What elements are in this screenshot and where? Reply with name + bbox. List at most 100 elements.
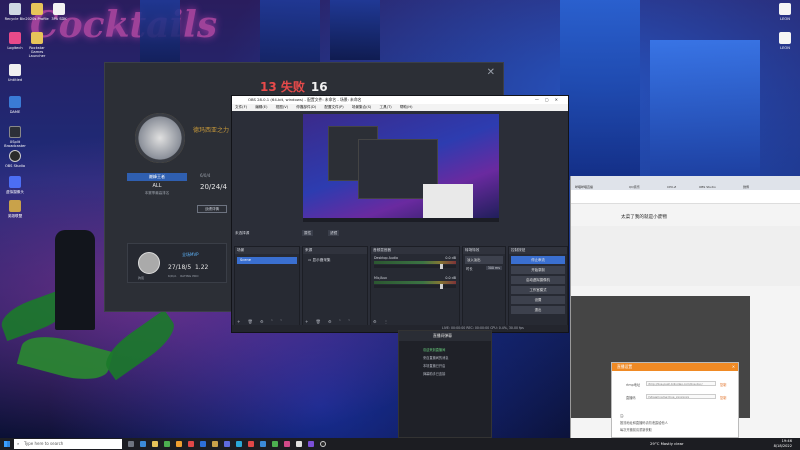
duration-input[interactable]: 300 ms <box>485 266 502 270</box>
mixer-dock: 音频混音器 Desktop Audio 0.0 dB Mic/Aux 0.0 d… <box>370 246 460 326</box>
sources-dock: 来源 ▭ 显示器采集 + 🗑 ⚙ ˄ ˅ <box>302 246 368 326</box>
desktop-icon-rockstar[interactable]: Rockstar Games Launcher <box>24 32 50 58</box>
desktop-icon-leon[interactable]: LEON <box>772 3 798 21</box>
app-icon[interactable] <box>248 441 254 447</box>
app-icon[interactable] <box>200 441 206 447</box>
obs-icon[interactable] <box>320 441 326 447</box>
player-name: 德玛西亚之力 <box>193 127 230 134</box>
stop-streaming-button[interactable]: 停止串流 <box>511 256 565 264</box>
menu-tools[interactable]: 工具(T) <box>380 105 392 109</box>
chrome-icon[interactable] <box>164 441 170 447</box>
dock-title: 转场特效 <box>463 247 505 254</box>
virtual-camera-button[interactable]: 启动虚拟摄像机 <box>511 276 565 284</box>
folder-icon <box>31 3 43 15</box>
obs-window[interactable]: OBS 28.0.1 (64-bit, windows) - 配置文件: 未命名… <box>231 95 569 333</box>
channel-name: Mic/Aux <box>374 276 387 280</box>
obs-icon <box>9 150 21 162</box>
menu-scene-collection[interactable]: 场景集合(S) <box>352 105 371 109</box>
app-icon[interactable] <box>296 441 302 447</box>
camera-icon <box>9 176 21 188</box>
key-input[interactable]: ?streamname=live_xxxxxxxx <box>646 394 716 399</box>
app-icon <box>9 96 21 108</box>
volume-meter <box>374 261 456 264</box>
transitions-dock: 转场特效 淡入淡出 时长 300 ms <box>462 246 506 326</box>
menu-edit[interactable]: 编辑(E) <box>255 105 267 109</box>
app-icon[interactable] <box>284 441 290 447</box>
desktop-icon-dame[interactable]: DAME <box>2 96 28 114</box>
copy-server-link[interactable]: 复制 <box>720 382 726 387</box>
desktop-icon-xsplit[interactable]: XSplit Broadcaster <box>2 126 28 148</box>
scene-item[interactable]: Scene <box>237 257 297 264</box>
volume-slider[interactable] <box>374 284 456 289</box>
system-clock[interactable]: 19:46 8/18/2022 <box>774 439 792 449</box>
document-icon <box>779 32 791 44</box>
file-explorer-icon[interactable] <box>152 441 158 447</box>
server-input[interactable]: rtmp://live-push.bilivideo.com/live-bvc/ <box>646 381 716 386</box>
menu-docks[interactable]: 停靠部件(D) <box>296 105 316 109</box>
app-icon[interactable] <box>236 441 242 447</box>
transition-select[interactable]: 淡入淡出 <box>465 256 503 264</box>
volume-slider[interactable] <box>374 264 456 269</box>
source-item[interactable]: ▭ 显示器采集 <box>305 257 365 264</box>
game-icon[interactable] <box>212 441 218 447</box>
app-icon[interactable] <box>260 441 266 447</box>
dock-toolbar[interactable]: ⚙ ⋮ <box>373 319 391 324</box>
live-settings-dialog[interactable]: 直播设置 ✕ rtmp地址 rtmp://live-push.bilivideo… <box>611 362 739 438</box>
menu-profile[interactable]: 配置文件(P) <box>324 105 343 109</box>
dialog-title: 直播设置 <box>617 364 633 369</box>
stat-big: 20/24/4 <box>200 183 227 191</box>
rank-sub-label: 本赛季最高排名 <box>144 191 170 195</box>
obs-preview[interactable] <box>303 114 499 222</box>
wallpaper-building <box>560 0 640 180</box>
menu-file[interactable]: 文件(F) <box>235 105 247 109</box>
obs-menubar: 文件(F) 编辑(E) 视图(V) 停靠部件(D) 配置文件(P) 场景集合(S… <box>232 104 568 111</box>
dialog-header: 直播设置 ✕ <box>612 363 738 371</box>
desktop-icon-leon-2[interactable]: LEON <box>772 32 798 50</box>
desktop-icon-virtual-camera[interactable]: 虚拟摄像头 <box>2 176 28 194</box>
windows-start-icon[interactable] <box>4 441 10 447</box>
task-view-icon[interactable] <box>128 441 134 447</box>
folder-icon <box>31 32 43 44</box>
filters-button[interactable]: 滤镜 <box>328 230 340 236</box>
mvp-sub-labels: K/D/A RATING PRO <box>168 274 199 278</box>
menu-view[interactable]: 视图(V) <box>276 105 288 109</box>
properties-button[interactable]: 属性 <box>302 230 314 236</box>
desktop-icon-sdk[interactable]: 3PA SDK <box>46 3 72 21</box>
app-icon[interactable] <box>308 441 314 447</box>
start-recording-button[interactable]: 开始录制 <box>511 266 565 274</box>
volume-knob[interactable] <box>439 284 443 289</box>
channel-db: 0.0 dB <box>445 276 456 280</box>
search-icon: ⌕ <box>17 441 20 446</box>
volume-knob[interactable] <box>439 264 443 269</box>
server-label: rtmp地址 <box>626 383 641 387</box>
recycle-bin-icon <box>9 3 21 15</box>
close-icon[interactable]: ✕ <box>487 67 495 78</box>
chat-message: 本场直播已开启 <box>423 364 446 368</box>
dock-toolbar[interactable]: + 🗑 ⚙ ˄ ˅ <box>237 319 285 324</box>
close-icon[interactable]: ✕ <box>732 363 735 371</box>
desktop-icon-untitled[interactable]: Untitled <box>2 64 28 82</box>
app-icon[interactable] <box>224 441 230 447</box>
app-icon[interactable] <box>272 441 278 447</box>
weather-widget[interactable]: 29°C Mostly clear <box>650 441 684 446</box>
desktop-icon-lol[interactable]: 英雄联盟 <box>2 200 28 218</box>
settings-button[interactable]: 设置 <box>511 296 565 304</box>
app-icon[interactable] <box>188 441 194 447</box>
obs-titlebar[interactable]: OBS 28.0.1 (64-bit, windows) - 配置文件: 未命名… <box>232 96 568 104</box>
chat-title: 直播间弹幕 <box>399 331 491 341</box>
chat-window[interactable]: 直播间弹幕 欢迎来到直播间 来自直播间的消息 本场直播已开启 弹幕助手已连接 <box>398 330 492 438</box>
menu-help[interactable]: 帮助(H) <box>400 105 413 109</box>
dock-toolbar[interactable]: + 🗑 ⚙ ˄ ˅ <box>305 319 353 324</box>
window-controls[interactable]: —▢✕ <box>535 96 564 104</box>
exit-button[interactable]: 退出 <box>511 306 565 314</box>
studio-mode-button[interactable]: 工作室模式 <box>511 286 565 294</box>
app-icon[interactable] <box>176 441 182 447</box>
edge-icon[interactable] <box>140 441 146 447</box>
controls-dock: 控制按钮 停止串流 开始录制 启动虚拟摄像机 工作室模式 设置 退出 <box>508 246 568 326</box>
desktop-icon-obs[interactable]: OBS Studio <box>2 150 28 168</box>
note-label: 注: <box>620 414 625 418</box>
dock-title: 控制按钮 <box>509 247 567 254</box>
stat-detail-button[interactable]: 战绩详情 <box>197 205 227 213</box>
copy-key-link[interactable]: 复制 <box>720 395 726 400</box>
taskbar-search-input[interactable]: ⌕ Type here to search <box>14 439 122 449</box>
